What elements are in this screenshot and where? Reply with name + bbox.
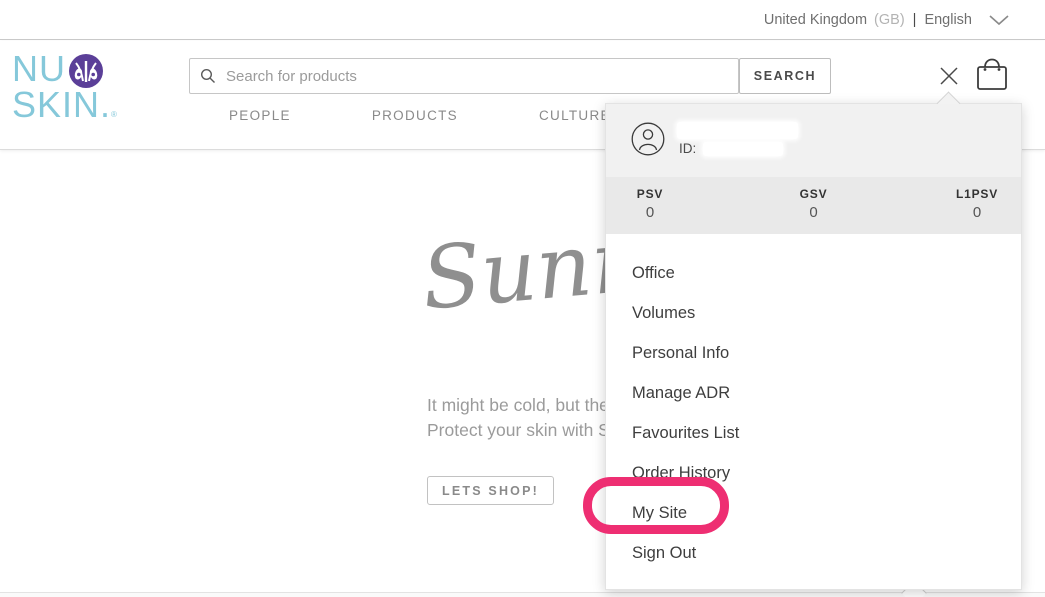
user-id-label: ID: bbox=[679, 141, 696, 156]
nuskin-logo[interactable]: NU SKIN.® bbox=[12, 53, 118, 131]
locale-bar: United Kingdom (GB) | English bbox=[0, 0, 1045, 40]
locale-separator: | bbox=[913, 12, 917, 28]
stat-psv-label: PSV bbox=[628, 187, 672, 201]
close-icon[interactable] bbox=[936, 63, 962, 89]
redacted-user-name bbox=[677, 122, 798, 139]
menu-item-manage-adr[interactable]: Manage ADR bbox=[606, 373, 1021, 413]
menu-item-my-site[interactable]: My Site bbox=[606, 493, 1021, 533]
volume-stats: PSV 0 GSV 0 L1PSV 0 bbox=[606, 177, 1021, 234]
stat-l1psv-label: L1PSV bbox=[955, 187, 999, 201]
stat-gsv: GSV 0 bbox=[792, 187, 836, 234]
hero-copy-line2: Protect your skin with S bbox=[427, 418, 610, 443]
nav-item-culture[interactable]: CULTURE bbox=[539, 108, 611, 123]
stat-psv-value: 0 bbox=[628, 204, 672, 221]
bottom-strip bbox=[0, 593, 1045, 597]
lets-shop-button[interactable]: LETS SHOP! bbox=[427, 476, 554, 505]
menu-item-order-history[interactable]: Order History bbox=[606, 453, 1021, 493]
page: United Kingdom (GB) | English NU bbox=[0, 0, 1045, 597]
account-user-header: ID: bbox=[606, 104, 1021, 177]
stat-l1psv: L1PSV 0 bbox=[955, 187, 999, 234]
search-input[interactable] bbox=[189, 58, 739, 94]
stat-gsv-value: 0 bbox=[792, 204, 836, 221]
search-button[interactable]: SEARCH bbox=[739, 58, 831, 94]
user-avatar-icon bbox=[631, 122, 665, 156]
account-menu-list: Office Volumes Personal Info Manage ADR … bbox=[606, 234, 1021, 573]
menu-item-favourites-list[interactable]: Favourites List bbox=[606, 413, 1021, 453]
hero-copy-line1: It might be cold, but the bbox=[427, 393, 610, 418]
stat-psv: PSV 0 bbox=[628, 187, 672, 234]
locale-country: United Kingdom bbox=[764, 12, 867, 28]
nav-item-people[interactable]: PEOPLE bbox=[229, 108, 291, 123]
stat-gsv-label: GSV bbox=[792, 187, 836, 201]
locale-language: English bbox=[924, 12, 972, 28]
search-bar: SEARCH bbox=[189, 58, 831, 94]
stat-l1psv-value: 0 bbox=[955, 204, 999, 221]
primary-nav: PEOPLE PRODUCTS CULTURE bbox=[229, 108, 611, 123]
locale-country-code: (GB) bbox=[874, 12, 905, 28]
locale-selector[interactable]: United Kingdom (GB) | English bbox=[764, 0, 1009, 40]
menu-item-volumes[interactable]: Volumes bbox=[606, 293, 1021, 333]
hero-copy: It might be cold, but the Protect your s… bbox=[427, 393, 610, 442]
menu-item-personal-info[interactable]: Personal Info bbox=[606, 333, 1021, 373]
nav-item-products[interactable]: PRODUCTS bbox=[372, 108, 458, 123]
logo-text-skin: SKIN. bbox=[12, 84, 111, 125]
menu-item-office[interactable]: Office bbox=[606, 253, 1021, 293]
registered-mark: ® bbox=[111, 110, 118, 119]
menu-item-sign-out[interactable]: Sign Out bbox=[606, 533, 1021, 573]
shopping-bag-icon[interactable] bbox=[975, 55, 1009, 92]
chevron-down-icon bbox=[989, 15, 1009, 26]
redacted-user-id bbox=[703, 142, 783, 156]
account-dropdown-panel: ID: PSV 0 GSV 0 L1PSV 0 Office Volumes P… bbox=[605, 103, 1022, 590]
logo-text-nu: NU bbox=[12, 53, 66, 85]
